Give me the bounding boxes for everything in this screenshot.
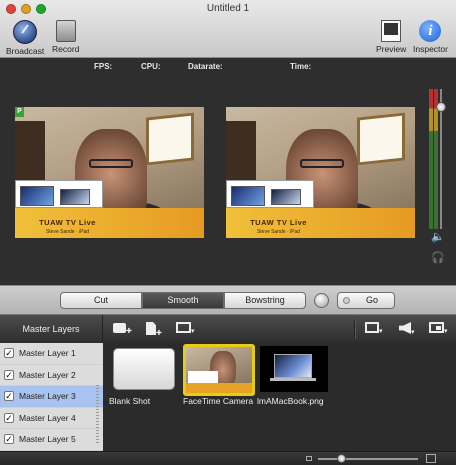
zoom-small-icon <box>306 456 312 461</box>
record-label: Record <box>52 44 80 54</box>
fps-label: FPS: <box>94 62 113 71</box>
transition-speed-dial[interactable] <box>314 293 329 308</box>
document-plus-icon <box>146 322 156 335</box>
stage-area: FPS: CPU: Datarate: Time: TUAW TV Live S… <box>0 58 456 285</box>
go-label: Go <box>365 295 378 305</box>
broadcast-icon <box>13 20 38 44</box>
layer-row-selected[interactable]: ✓ Master Layer 3 <box>0 386 103 408</box>
source-thumbnail-facetime[interactable] <box>183 344 255 396</box>
layer-checkbox[interactable]: ✓ <box>4 369 14 380</box>
program-monitor[interactable]: TUAW TV Live Steve Sande · iPad P <box>15 107 204 238</box>
thumbnail-card <box>188 371 218 383</box>
layer-label: Master Layer 2 <box>19 369 76 380</box>
laptop-image <box>231 186 265 206</box>
record-icon <box>55 20 76 42</box>
video-person-glasses <box>300 159 344 168</box>
layout-icon <box>365 322 379 333</box>
master-layers-list: ✓ Master Layer 1 ✓ Master Layer 2 ✓ Mast… <box>0 343 103 451</box>
source-label: lmAMacBook.png <box>257 396 324 406</box>
layer-row[interactable]: ✓ Master Layer 1 <box>0 343 103 365</box>
program-badge: P <box>15 107 24 117</box>
preview-monitor[interactable]: TUAW TV Live Steve Sande · iPad <box>226 107 415 238</box>
layer-label: Master Layer 3 <box>19 391 76 402</box>
master-layers-header: Master Layers <box>0 315 103 343</box>
layer-label: Master Layer 5 <box>19 434 76 445</box>
window-title: Untitled 1 <box>206 3 250 14</box>
source-label: FaceTime Camera <box>183 396 254 406</box>
audio-menu-button[interactable]: ▾ <box>399 322 415 340</box>
inspector-icon: i <box>419 20 442 42</box>
add-screen-source-button[interactable]: ▾ <box>176 322 195 339</box>
go-button[interactable]: Go <box>337 292 395 309</box>
layer-checkbox[interactable]: ✓ <box>4 434 14 445</box>
lower-third-title: TUAW TV Live <box>250 218 307 227</box>
thumbnail-laptop <box>274 354 312 378</box>
layer-checkbox[interactable]: ✓ <box>4 412 14 423</box>
layer-row[interactable]: ✓ Master Layer 5 <box>0 429 103 451</box>
preview-button[interactable]: Preview <box>376 20 406 54</box>
go-indicator-icon <box>343 297 350 304</box>
macbook-overlay <box>15 180 103 208</box>
window-toolbar: Untitled 1 Broadcast Record Preview i In… <box>0 0 456 58</box>
preview-icon <box>381 20 402 42</box>
preview-label: Preview <box>376 44 407 54</box>
thumbnail-size-slider[interactable] <box>318 458 418 460</box>
transition-cut-button[interactable]: Cut <box>60 292 142 309</box>
time-label: Time: <box>290 62 312 71</box>
source-thumbnail-macbook[interactable] <box>260 346 328 392</box>
thumbnail-laptop-base <box>270 378 316 381</box>
bottom-status-bar <box>0 451 456 465</box>
datarate-label: Datarate: <box>188 62 223 71</box>
laptop-image <box>271 189 301 205</box>
camera-plus-icon <box>113 323 126 333</box>
layer-label: Master Layer 4 <box>19 412 76 423</box>
broadcast-button[interactable]: Broadcast <box>6 20 44 56</box>
laptop-image <box>20 186 54 206</box>
source-label: Blank Shot <box>109 396 151 406</box>
picture-in-picture-icon <box>429 322 444 333</box>
layer-label: Master Layer 1 <box>19 348 76 359</box>
add-camera-source-button[interactable]: ✚ <box>113 322 132 339</box>
speaker-icon <box>399 322 411 334</box>
layer-checkbox[interactable]: ✓ <box>4 348 14 359</box>
lower-third-subtitle: Steve Sande · iPad <box>45 229 90 235</box>
thumbnail-size-knob[interactable] <box>337 454 346 463</box>
lower-third-title: TUAW TV Live <box>39 218 96 227</box>
toolbar-separator <box>354 319 355 339</box>
inspector-label: Inspector <box>413 44 448 54</box>
audio-meter-left <box>429 89 433 229</box>
transition-bar: Cut Smooth Bowstring Go <box>0 285 456 315</box>
record-button[interactable]: Record <box>52 20 79 54</box>
video-window <box>146 112 194 166</box>
transition-bowstring-button[interactable]: Bowstring <box>224 292 306 309</box>
layer-row[interactable]: ✓ Master Layer 4 <box>0 408 103 429</box>
source-thumbnail-blank[interactable] <box>113 348 175 390</box>
splitter-grip[interactable] <box>96 385 99 445</box>
pip-menu-button[interactable]: ▾ <box>429 322 448 339</box>
zoom-large-icon <box>426 454 436 463</box>
broadcast-label: Broadcast <box>6 46 45 56</box>
lower-third-subtitle: Steve Sande · iPad <box>256 229 301 235</box>
headphones-icon[interactable]: 🎧 <box>431 251 445 264</box>
laptop-image <box>60 189 90 205</box>
video-window <box>357 112 405 166</box>
thumbnail-band <box>186 383 252 393</box>
video-person-glasses <box>89 159 133 168</box>
layout-menu-button[interactable]: ▾ <box>365 322 383 339</box>
screen-icon <box>176 322 191 333</box>
inspector-button[interactable]: i Inspector <box>413 20 448 54</box>
transition-smooth-button[interactable]: Smooth <box>142 292 224 309</box>
volume-slider-knob[interactable] <box>436 102 446 112</box>
layer-row[interactable]: ✓ Master Layer 2 <box>0 365 103 386</box>
cpu-label: CPU: <box>141 62 161 71</box>
add-media-source-button[interactable]: ✚ <box>146 322 162 341</box>
layer-checkbox[interactable]: ✓ <box>4 391 14 402</box>
macbook-overlay <box>226 180 314 208</box>
sources-toolbar: ✚ ✚ ▾ ▾ ▾ ▾ <box>103 315 456 343</box>
speaker-icon[interactable]: 🔈 <box>431 230 445 243</box>
sources-area: Blank Shot FaceTime Camera lmAMacBook.pn… <box>103 343 456 451</box>
